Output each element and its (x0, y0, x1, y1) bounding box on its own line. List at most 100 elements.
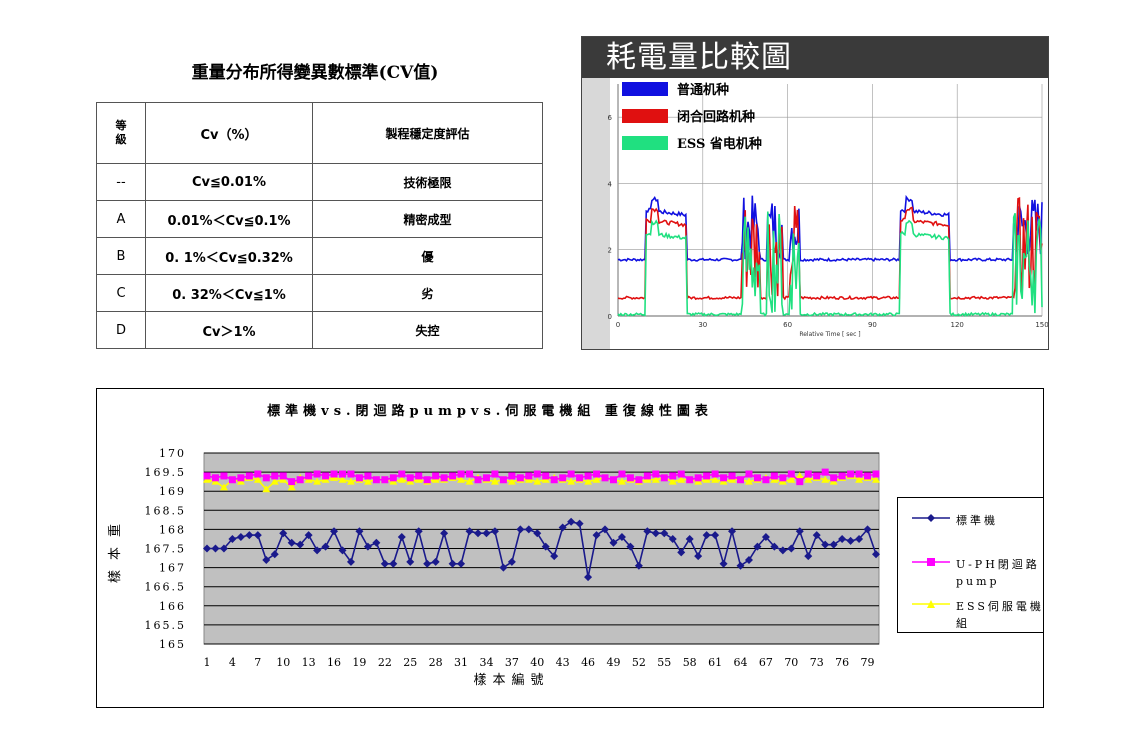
legend-label-standard: 標準機 (956, 514, 998, 527)
linearity-point (779, 474, 787, 482)
linearity-point (211, 474, 219, 482)
linearity-point (389, 474, 397, 482)
cv-table-title: 重量分布所得變異數標準(CV值) (191, 63, 439, 83)
cell-cv: 0.01%＜Cv≦0.1% (145, 200, 313, 238)
table-row: -- Cv≦0.01% 技術極限 (96, 163, 543, 201)
linearity-point (279, 472, 287, 480)
linearity-point (364, 472, 372, 480)
linearity-x-tick-label: 22 (378, 656, 392, 669)
linearity-y-tick-label: 167.5 (145, 543, 187, 556)
linearity-point (338, 470, 346, 478)
linearity-point (474, 476, 482, 484)
linearity-point (482, 474, 490, 482)
linearity-x-tick-label: 61 (708, 656, 722, 669)
linearity-point (626, 474, 634, 482)
cell-evaluation: 技術極限 (312, 163, 543, 201)
linearity-y-tick-label: 169 (159, 485, 186, 498)
linearity-point (567, 470, 575, 478)
linearity-point (322, 472, 330, 480)
linearity-point (847, 470, 855, 478)
linearity-point (584, 472, 592, 480)
header-level: 等級 (96, 102, 146, 164)
linearity-point (821, 468, 829, 476)
power-axis-strip (582, 78, 610, 349)
power-x-label: Relative Time [ sec ] (799, 331, 860, 338)
linearity-x-tick-label: 55 (657, 656, 671, 669)
linearity-x-tick-label: 43 (556, 656, 570, 669)
header-level-text: 等級 (116, 119, 127, 146)
linearity-y-tick-label: 166 (159, 600, 186, 613)
linearity-point (508, 472, 516, 480)
linearity-x-tick-label: 19 (352, 656, 366, 669)
power-y-tick-label: 0 (608, 313, 612, 321)
linearity-point (305, 472, 313, 480)
linearity-point (694, 474, 702, 482)
linearity-point (220, 472, 228, 480)
linearity-x-tick-label: 28 (429, 656, 443, 669)
linearity-point (864, 472, 872, 480)
linearity-point (593, 470, 601, 478)
linearity-point (660, 474, 668, 482)
cell-evaluation: 優 (312, 237, 543, 275)
legend-swatch-standard (912, 514, 950, 522)
cell-level: A (96, 200, 146, 238)
linearity-legend: 標準機 U-PH閉迴路pump ESS伺服電機組 (897, 497, 1044, 633)
linearity-point (423, 476, 431, 484)
linearity-y-label: 樣本重 (107, 514, 123, 583)
linearity-point (499, 476, 507, 484)
legend-swatch-closed-loop (912, 558, 950, 566)
power-x-tick-label: 120 (951, 321, 964, 329)
linearity-y-tick-label: 168.5 (145, 504, 187, 517)
linearity-point (262, 474, 270, 482)
linearity-y-tick-label: 165 (159, 638, 186, 651)
power-y-tick-label: 4 (608, 180, 613, 188)
linearity-x-tick-label: 13 (302, 656, 316, 669)
linearity-point (728, 472, 736, 480)
cell-evaluation: 失控 (312, 311, 543, 349)
linearity-point (703, 472, 711, 480)
legend-swatch-servo (912, 600, 950, 608)
header-level-part: 級 (115, 133, 127, 146)
linearity-x-tick-label: 16 (327, 656, 341, 669)
linearity-point (516, 474, 524, 482)
linearity-point (398, 470, 406, 478)
cv-table: 等級 Cv（%） 製程穩定度評估 -- Cv≦0.01% 技術極限 A 0.01… (96, 102, 543, 349)
linearity-point (838, 472, 846, 480)
cv-table-header-row: 等級 Cv（%） 製程穩定度評估 (96, 102, 543, 164)
cell-evaluation: 精密成型 (312, 200, 543, 238)
linearity-point (559, 474, 567, 482)
linearity-x-tick-label: 7 (254, 656, 261, 669)
linearity-x-tick-label: 37 (505, 656, 519, 669)
linearity-y-tick-label: 169.5 (145, 466, 187, 479)
linearity-point (440, 474, 448, 482)
linearity-point (313, 470, 321, 478)
linearity-point (449, 472, 457, 480)
power-legend-swatch (622, 109, 668, 123)
linearity-x-tick-label: 67 (759, 656, 773, 669)
linearity-point (296, 476, 304, 484)
linearity-point (677, 470, 685, 478)
cell-cv: Cv＞1% (145, 311, 313, 349)
linearity-point (245, 472, 253, 480)
power-chart-plot: 0 30 60 90 120 150 0 2 4 6 Relative Time [ sec ] 普通… (582, 78, 1048, 349)
linearity-point (762, 476, 770, 484)
linearity-point (330, 470, 338, 478)
linearity-x-tick-label: 40 (530, 656, 544, 669)
linearity-point (372, 476, 380, 484)
cell-level: C (96, 274, 146, 312)
linearity-point (576, 474, 584, 482)
linearity-x-label: 樣本編號 (473, 672, 549, 688)
power-legend-label: ESS 省电机种 (677, 136, 762, 152)
linearity-point (813, 472, 821, 480)
linearity-x-tick-label: 4 (229, 656, 236, 669)
header-level-part: 等 (115, 119, 127, 132)
linearity-x-tick-label: 58 (683, 656, 697, 669)
linearity-point (254, 470, 262, 478)
linearity-x-tick-label: 10 (276, 656, 290, 669)
linearity-point (381, 476, 389, 484)
table-row: B 0. 1%＜Cv≦0.32% 優 (96, 237, 543, 275)
power-y-tick-label: 6 (608, 114, 613, 122)
power-x-tick-label: 90 (868, 321, 877, 329)
table-row: D Cv＞1% 失控 (96, 311, 543, 349)
linearity-x-tick-label: 31 (454, 656, 468, 669)
